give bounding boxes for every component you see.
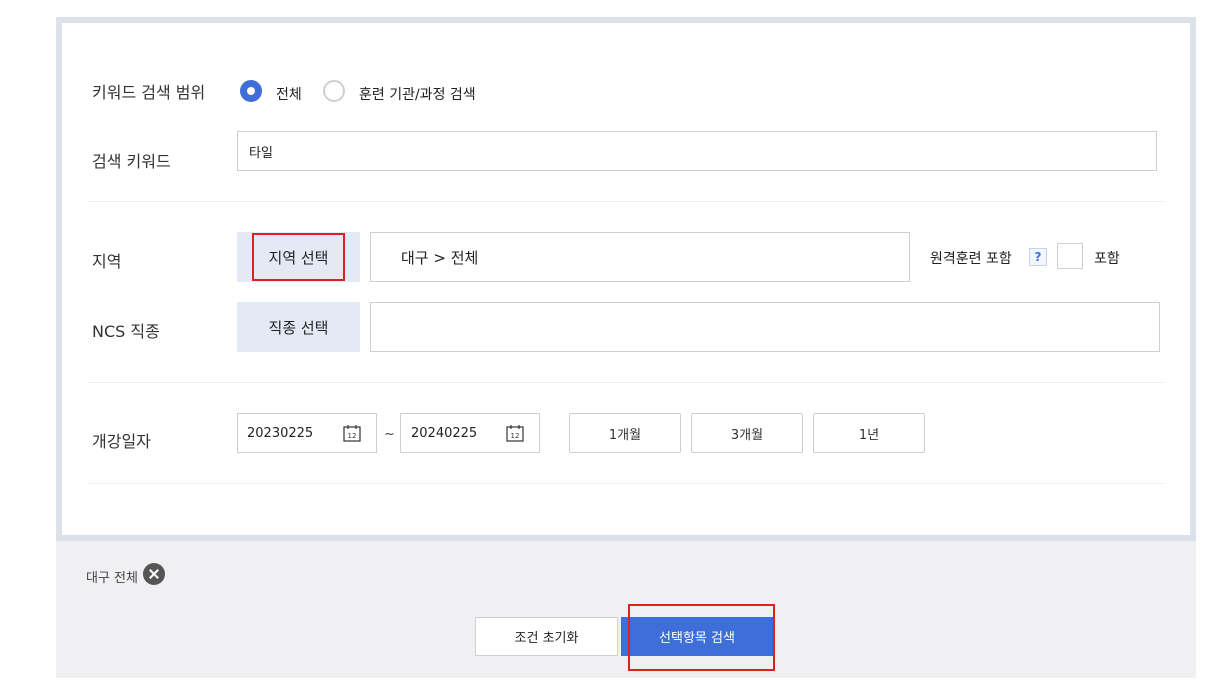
keyword-label: 검색 키워드 (92, 152, 171, 171)
region-value: 대구 > 전체 (401, 248, 479, 267)
radio-institution-label[interactable]: 훈련 기관/과정 검색 (359, 84, 476, 104)
remote-training-label: 원격훈련 포함 (930, 251, 1012, 267)
keyword-scope-label: 키워드 검색 범위 (92, 83, 206, 102)
start-date-input[interactable]: 20230225 12 (237, 413, 377, 453)
end-date-value: 20240225 (411, 425, 478, 441)
divider (88, 483, 1164, 484)
ncs-label: NCS 직종 (92, 322, 160, 341)
calendar-icon[interactable]: 12 (343, 424, 361, 442)
help-icon[interactable]: ? (1029, 248, 1047, 266)
start-date-value: 20230225 (247, 425, 314, 441)
highlight-box (252, 233, 345, 281)
calendar-icon-day: 12 (511, 432, 520, 440)
radio-all-label[interactable]: 전체 (276, 84, 302, 104)
divider (88, 382, 1164, 383)
selected-chip-label: 대구 전체 (86, 571, 138, 586)
end-date-input[interactable]: 20240225 12 (400, 413, 540, 453)
remove-chip-icon[interactable] (143, 563, 165, 585)
job-select-button[interactable]: 직종 선택 (237, 302, 360, 352)
period-3month-button[interactable]: 3개월 (691, 413, 803, 453)
include-label[interactable]: 포함 (1094, 248, 1120, 268)
ncs-value-field[interactable] (370, 302, 1160, 352)
highlight-box (628, 604, 775, 671)
region-label: 지역 (92, 252, 122, 271)
reset-conditions-button[interactable]: 조건 초기화 (475, 617, 618, 656)
search-footer: 대구 전체 조건 초기화 선택항목 검색 (56, 541, 1196, 678)
calendar-icon-day: 12 (348, 432, 357, 440)
remote-include-checkbox[interactable] (1057, 243, 1083, 269)
keyword-input-value: 타일 (249, 145, 273, 161)
start-date-label: 개강일자 (92, 432, 151, 451)
period-1month-button[interactable]: 1개월 (569, 413, 681, 453)
calendar-icon[interactable]: 12 (506, 424, 524, 442)
keyword-input[interactable]: 타일 (237, 131, 1157, 171)
date-separator: ~ (384, 427, 395, 442)
divider (88, 201, 1164, 202)
period-1year-button[interactable]: 1년 (813, 413, 925, 453)
region-value-field[interactable]: 대구 > 전체 (370, 232, 910, 282)
radio-institution[interactable] (323, 80, 345, 102)
radio-all[interactable] (240, 80, 262, 102)
search-panel: 키워드 검색 범위 전체 훈련 기관/과정 검색 검색 키워드 타일 지역 지역… (56, 17, 1196, 541)
search-form: 키워드 검색 범위 전체 훈련 기관/과정 검색 검색 키워드 타일 지역 지역… (62, 23, 1190, 535)
